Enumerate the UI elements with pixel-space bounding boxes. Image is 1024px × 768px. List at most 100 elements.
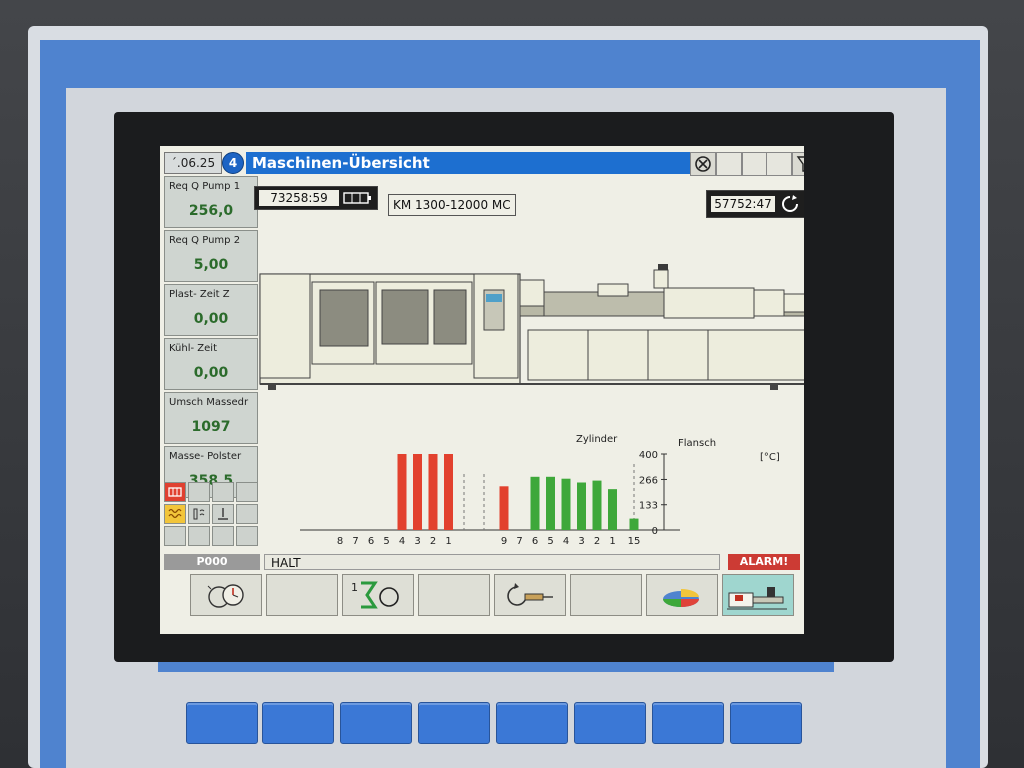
function-key-row: 1 [164, 574, 800, 620]
param-plast-zeit[interactable]: Plast- Zeit Z 0,00 [164, 284, 258, 336]
temp-bar-0-4 [397, 454, 407, 530]
zylinder-label: Zylinder [576, 434, 618, 445]
pie-chart-icon [663, 589, 699, 607]
temp-bar-1-1 [608, 489, 617, 530]
page-title: Maschinen-Übersicht [246, 152, 692, 174]
page-number-badge[interactable]: 4 [222, 152, 244, 174]
heater-alarm-icon[interactable] [164, 482, 186, 502]
temperature-bar-chart: 8 7 6 5 4 3 2 1 9 7 6 5 4 3 2 1 154002661330 [300, 450, 680, 547]
heating-wave-icon[interactable] [164, 504, 186, 524]
injection-machine-diagram [259, 264, 804, 390]
panel-stripe [158, 662, 834, 672]
title-row: ´.06.25 4 Maschinen-Übersicht [160, 150, 804, 176]
temp-bar-1-6 [530, 476, 540, 530]
mold-temp-icon[interactable] [212, 504, 234, 524]
x-tick-label: 5 [547, 536, 553, 547]
date-display: ´.06.25 [164, 152, 222, 174]
grid-cell-12[interactable] [236, 526, 258, 546]
temp-bar-1-9 [499, 486, 509, 530]
machine-state: HALT [264, 554, 720, 570]
y-tick-label: 266 [639, 475, 658, 486]
x-tick-label: 8 [337, 536, 343, 547]
grid-cell-11[interactable] [212, 526, 234, 546]
funnel-icon[interactable] [792, 152, 804, 176]
sum-cycle-button[interactable]: 1 [342, 574, 414, 616]
x-tick-label: 7 [352, 536, 358, 547]
status-icon-grid [164, 482, 258, 552]
temp-bar-1-5 [546, 476, 555, 530]
x-tick-label: 9 [501, 536, 507, 547]
cycle-counter: 57752:47 [706, 190, 804, 218]
temp-bar-1-2 [592, 480, 602, 530]
program-indicator: P000 [164, 554, 260, 570]
stop-circle-icon[interactable] [690, 152, 716, 176]
y-tick-label: 133 [639, 501, 658, 512]
clock-gauge-icon [207, 584, 244, 608]
param-umsch-massedr[interactable]: Umsch Massedr 1097 [164, 392, 258, 444]
grid-cell-10[interactable] [188, 526, 210, 546]
hardware-key-5[interactable] [496, 702, 568, 744]
grid-cell-4[interactable] [236, 482, 258, 502]
hardware-key-6[interactable] [574, 702, 646, 744]
machine-model-label: KM 1300-12000 MC [388, 194, 516, 216]
temp-bar-2-15 [629, 518, 639, 530]
x-tick-label: 4 [563, 536, 569, 547]
hardware-key-4[interactable] [418, 702, 490, 744]
hardware-key-3[interactable] [340, 702, 412, 744]
cycle-arrow-icon [782, 195, 798, 212]
function-key-4[interactable] [418, 574, 490, 616]
hmi-screen: ´.06.25 4 Maschinen-Übersicht Req Q Pump… [160, 146, 804, 634]
x-tick-label: 1 [609, 536, 615, 547]
grid-cell-8[interactable] [236, 504, 258, 524]
grid-cell-3[interactable] [212, 482, 234, 502]
cycle-screw-button[interactable] [494, 574, 566, 616]
x-tick-label: 2 [430, 536, 436, 547]
x-tick-label: 1 [445, 536, 451, 547]
param-req-q-pump-2[interactable]: Req Q Pump 2 5,00 [164, 230, 258, 282]
hardware-key-7[interactable] [652, 702, 724, 744]
function-key-2[interactable] [266, 574, 338, 616]
title-button-2[interactable] [716, 152, 742, 176]
clock-gauge-button[interactable] [190, 574, 262, 616]
x-tick-label: 7 [516, 536, 522, 547]
status-row: P000 HALT ALARM! [164, 554, 800, 570]
temp-bar-0-1 [444, 454, 453, 530]
x-tick-label: 2 [594, 536, 600, 547]
y-tick-label: 0 [652, 526, 658, 537]
alarm-indicator[interactable]: ALARM! [728, 554, 800, 570]
hardware-key-1[interactable] [186, 702, 258, 744]
x-tick-label: 6 [368, 536, 374, 547]
svg-text:1: 1 [351, 581, 358, 594]
machine-overview-area: 73258:59 KM 1300-12000 MC 57752:47 8 7 6… [254, 182, 804, 554]
temp-bar-0-3 [413, 454, 422, 530]
y-unit-label: [°C] [760, 452, 780, 463]
cycle-screw-icon [507, 583, 553, 606]
oil-temp-icon[interactable] [188, 504, 210, 524]
pie-chart-button[interactable] [646, 574, 718, 616]
function-key-6[interactable] [570, 574, 642, 616]
title-button-3[interactable] [742, 152, 768, 176]
y-tick-label: 400 [639, 450, 658, 461]
machine-icon [727, 587, 787, 610]
hardware-key-8[interactable] [730, 702, 802, 744]
temp-bar-1-3 [577, 482, 586, 530]
operating-hours-counter: 73258:59 [254, 186, 378, 210]
temp-bar-0-2 [428, 454, 438, 530]
x-tick-label: 5 [383, 536, 389, 547]
temp-bar-1-4 [561, 478, 571, 530]
grid-cell-9[interactable] [164, 526, 186, 546]
battery-icon [343, 192, 371, 204]
machine-overview-button[interactable] [722, 574, 794, 616]
x-tick-label: 15 [628, 536, 641, 547]
x-tick-label: 4 [399, 536, 405, 547]
x-tick-label: 3 [414, 536, 420, 547]
x-tick-label: 3 [578, 536, 584, 547]
grid-cell-2[interactable] [188, 482, 210, 502]
param-kuehl-zeit[interactable]: Kühl- Zeit 0,00 [164, 338, 258, 390]
x-tick-label: 6 [532, 536, 538, 547]
flansch-label: Flansch [678, 438, 717, 449]
title-button-4[interactable] [766, 152, 792, 176]
sum-cycle-icon: 1 [351, 581, 399, 609]
hardware-key-2[interactable] [262, 702, 334, 744]
param-req-q-pump-1[interactable]: Req Q Pump 1 256,0 [164, 176, 258, 228]
